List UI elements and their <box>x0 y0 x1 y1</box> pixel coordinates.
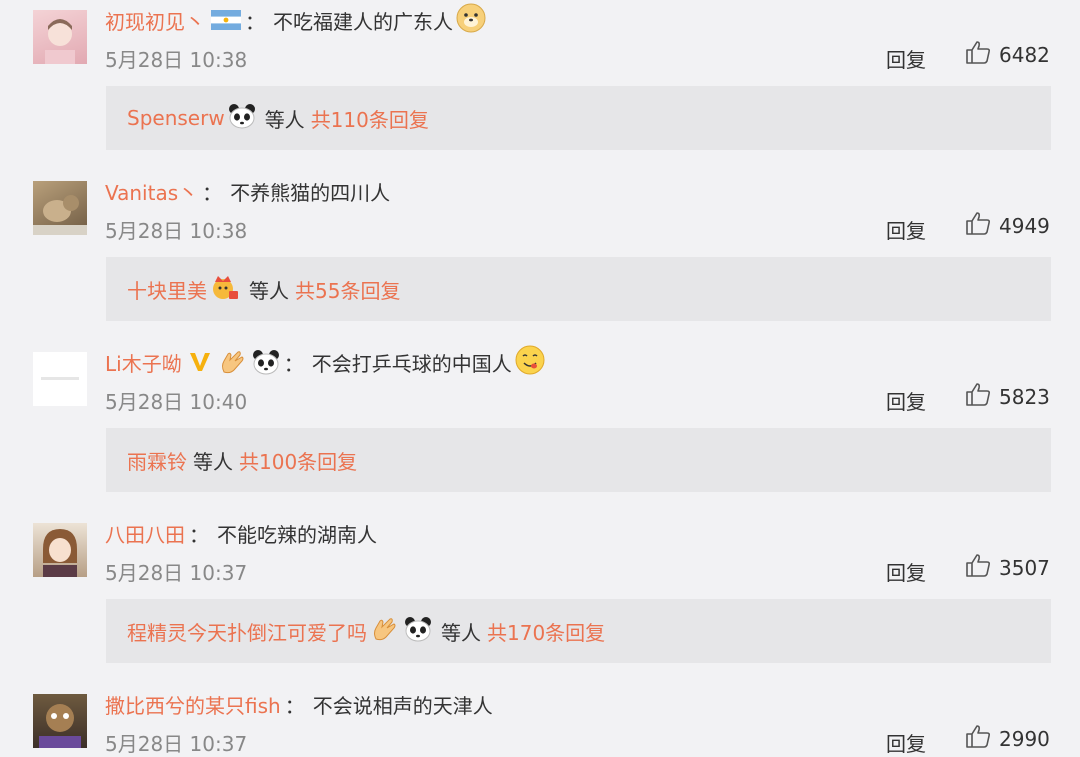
comment-time: 5月28日 10:37 <box>105 561 248 585</box>
comment-text: 不养熊猫的四川人 <box>230 180 391 205</box>
reply-total-link[interactable]: 共100条回复 <box>239 446 357 475</box>
reply-etc-text: 等人 <box>249 278 289 303</box>
doge-emoji-icon <box>456 3 486 38</box>
reply-total-link[interactable]: 共110条回复 <box>311 104 429 133</box>
thumbs-up-icon <box>965 553 991 582</box>
avatar[interactable] <box>33 694 87 748</box>
reply-summary[interactable]: Spenserw 等人 共110条回复 <box>106 86 1051 150</box>
hand-gesture-icon <box>218 348 246 376</box>
comment-time: 5月28日 10:40 <box>105 390 248 414</box>
comment-item: Li木子呦 ： 不会打乒乓球的中国人 5月28日 10:40 回复 5823 雨… <box>0 342 1080 513</box>
verified-v-icon <box>188 351 212 373</box>
colon: ： <box>189 522 209 547</box>
like-count: 2990 <box>999 726 1050 751</box>
reply-etc-text: 等人 <box>264 107 305 132</box>
thumbs-up-icon <box>965 40 991 69</box>
reply-etc-text: 等人 <box>193 449 233 474</box>
reply-username[interactable]: 雨霖铃 <box>127 446 187 475</box>
comment-time: 5月28日 10:38 <box>105 48 248 72</box>
avatar[interactable] <box>33 10 87 64</box>
reply-button[interactable]: 回复 <box>886 215 926 244</box>
like-count: 3507 <box>999 555 1050 580</box>
like-button[interactable]: 3507 <box>965 553 1050 582</box>
panda-icon <box>228 103 256 134</box>
thumbs-up-icon <box>965 382 991 411</box>
like-button[interactable]: 4949 <box>965 211 1050 240</box>
reply-username[interactable]: 程精灵今天扑倒江可爱了吗 <box>127 617 367 646</box>
argentina-flag-icon <box>211 10 241 30</box>
username[interactable]: Vanitas丶 <box>105 177 198 206</box>
comment-item: 撒比西兮的某只fish ： 不会说相声的天津人 5月28日 10:37 回复 2… <box>0 684 1080 756</box>
comment-item: 初现初见丶 ： 不吃福建人的广东人 5月28日 10:38 回复 6482 Sp… <box>0 0 1080 171</box>
colon: ： <box>245 9 265 34</box>
reply-button[interactable]: 回复 <box>886 44 926 73</box>
comment-item: Vanitas丶 ： 不养熊猫的四川人 5月28日 10:38 回复 4949 … <box>0 171 1080 342</box>
username[interactable]: 八田八田 <box>105 519 185 548</box>
comment-text: 不会打乒乓球的中国人 <box>311 351 512 376</box>
colon: ： <box>284 693 305 718</box>
like-count: 5823 <box>999 384 1050 409</box>
username[interactable]: 撒比西兮的某只fish <box>105 690 281 719</box>
reply-username[interactable]: Spenserw <box>127 106 225 130</box>
username[interactable]: 初现初见丶 <box>105 6 205 35</box>
comment-text: 不会说相声的天津人 <box>312 693 493 718</box>
reply-summary[interactable]: 十块里美 等人 共55条回复 <box>106 257 1051 321</box>
panda-icon <box>252 349 280 375</box>
reply-username[interactable]: 十块里美 <box>127 275 207 304</box>
colon: ： <box>283 351 304 376</box>
crown-badge-icon <box>210 273 240 306</box>
reply-summary[interactable]: 程精灵今天扑倒江可爱了吗 等人 共170条回复 <box>106 599 1051 663</box>
like-button[interactable]: 5823 <box>965 382 1050 411</box>
like-button[interactable]: 2990 <box>965 724 1050 753</box>
reply-summary[interactable]: 雨霖铃 等人 共100条回复 <box>106 428 1051 492</box>
reply-etc-text: 等人 <box>441 620 481 645</box>
thumbs-up-icon <box>965 211 991 240</box>
comment-item: 八田八田 ： 不能吃辣的湖南人 5月28日 10:37 回复 3507 程精灵今… <box>0 513 1080 684</box>
comment-time: 5月28日 10:38 <box>105 219 248 243</box>
panda-icon <box>404 616 432 647</box>
username[interactable]: Li木子呦 <box>105 348 182 377</box>
colon: ： <box>202 180 223 205</box>
avatar[interactable] <box>33 523 87 577</box>
comment-text: 不能吃辣的湖南人 <box>217 522 377 547</box>
reply-button[interactable]: 回复 <box>886 557 926 586</box>
reply-button[interactable]: 回复 <box>886 386 926 415</box>
like-count: 4949 <box>999 213 1050 238</box>
thumbs-up-icon <box>965 724 991 753</box>
reply-total-link[interactable]: 共55条回复 <box>295 275 400 304</box>
like-count: 6482 <box>999 42 1050 67</box>
like-button[interactable]: 6482 <box>965 40 1050 69</box>
avatar[interactable] <box>33 352 87 406</box>
yummy-emoji-icon <box>515 345 545 380</box>
comment-text: 不吃福建人的广东人 <box>273 9 453 34</box>
reply-total-link[interactable]: 共170条回复 <box>487 617 605 646</box>
avatar[interactable] <box>33 181 87 235</box>
hand-gesture-icon <box>370 615 398 648</box>
